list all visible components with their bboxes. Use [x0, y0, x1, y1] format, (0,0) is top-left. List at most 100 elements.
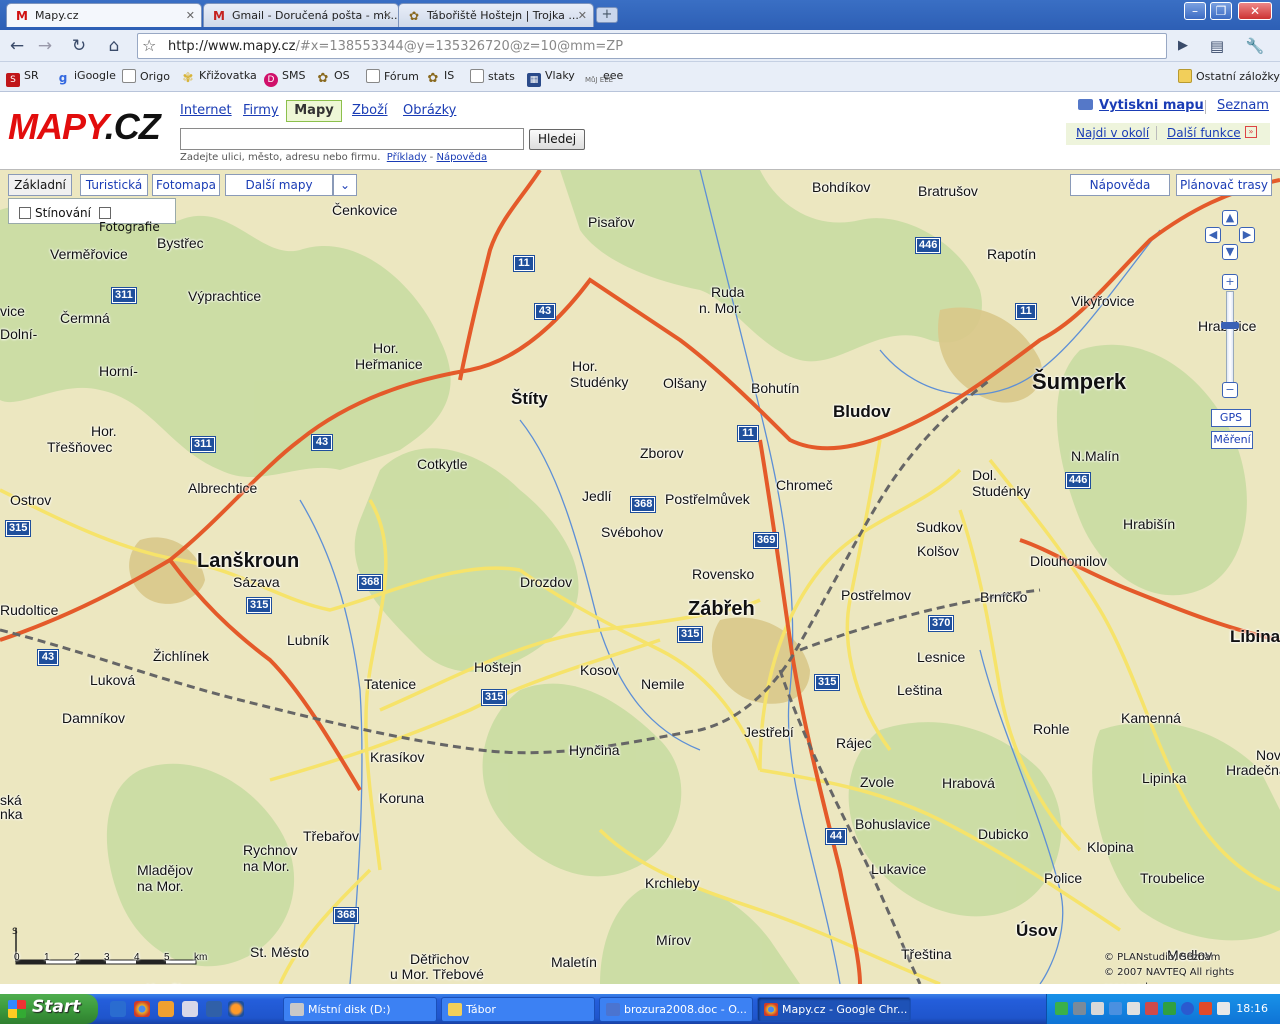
bookmark-origo[interactable]: Origo — [122, 69, 170, 83]
place-label: Šumperk — [1032, 369, 1127, 394]
route-planner-button[interactable]: Plánovač trasy — [1176, 174, 1272, 196]
map-type-more[interactable]: Další mapy — [225, 174, 333, 196]
eee-icon: MůJ EEE — [585, 76, 614, 84]
measure-button[interactable]: Měření — [1211, 431, 1253, 449]
close-tab-icon[interactable]: ✕ — [578, 9, 587, 22]
examples-link[interactable]: Příklady — [387, 152, 427, 163]
firefox-icon[interactable] — [228, 1001, 244, 1017]
place-label: na Mor. — [137, 878, 184, 894]
tray-icon[interactable] — [1091, 1002, 1104, 1015]
bookmark-stats[interactable]: stats — [470, 69, 515, 83]
tray-icon[interactable] — [1163, 1002, 1176, 1015]
bookmark-sms[interactable]: D SMS — [264, 69, 305, 87]
app-icon[interactable] — [206, 1001, 222, 1017]
bookmark-eee[interactable]: MůJ EEEeee — [585, 69, 623, 91]
tray-icon[interactable] — [1199, 1002, 1212, 1015]
wrench-icon[interactable]: 🔧 — [1242, 34, 1268, 58]
task-chrome[interactable]: Mapy.cz - Google Chr... — [757, 997, 911, 1022]
tab-gmail[interactable]: M Gmail - Doručená pošta - mi... ✕ — [203, 3, 399, 27]
bookmark-krizovatka[interactable]: ✾ Křižovatka — [181, 69, 257, 86]
place-label: Třešňovec — [47, 439, 113, 455]
map-type-tourist[interactable]: Turistická — [80, 174, 148, 196]
zoom-in-icon[interactable]: + — [1222, 274, 1238, 290]
search-input[interactable] — [180, 128, 524, 150]
search-button[interactable]: Hledej — [529, 129, 585, 150]
layer-photos-checkbox[interactable]: Fotografie — [99, 206, 175, 234]
chrome-quicklaunch-icon[interactable] — [134, 1001, 150, 1017]
page-menu-icon[interactable]: ▤ — [1204, 34, 1230, 58]
close-tab-icon[interactable]: ✕ — [186, 9, 195, 22]
tray-icon[interactable] — [1073, 1002, 1086, 1015]
address-bar[interactable]: ☆ http://www.mapy.cz/#x=138553344@y=1353… — [137, 33, 1167, 59]
place-label: Cotkytle — [417, 456, 468, 472]
minimize-icon[interactable]: – — [1184, 2, 1206, 20]
task-brozura[interactable]: brozura2008.doc - O... — [599, 997, 753, 1022]
help-button[interactable]: Nápověda — [1070, 174, 1170, 196]
bookmark-star-icon[interactable]: ☆ — [142, 36, 156, 55]
other-bookmarks[interactable]: Ostatní záložky — [1178, 69, 1280, 83]
map-type-photo[interactable]: Fotomapa — [152, 174, 220, 196]
bookmark-is[interactable]: ✿ IS — [426, 69, 455, 86]
place-label: Rájec — [836, 735, 872, 751]
map-canvas[interactable]: Bohdíkov Bratrušov Čenkovice Pisařov Bystřec… — [0, 170, 1280, 984]
tray-icon[interactable] — [1145, 1002, 1158, 1015]
volume-icon[interactable] — [1127, 1002, 1140, 1015]
close-icon[interactable]: ✕ — [1238, 2, 1272, 20]
pan-down-icon[interactable]: ▼ — [1222, 244, 1238, 260]
tray-icon[interactable] — [1055, 1002, 1068, 1015]
forward-icon[interactable]: → — [32, 34, 58, 58]
scale-tick-label: 3 — [104, 952, 110, 963]
pan-right-icon[interactable]: ▶ — [1239, 227, 1255, 243]
nav-firmy[interactable]: Firmy — [243, 103, 279, 118]
tab-taboriste[interactable]: ✿ Tábořiště Hoštejn | Trojka ... ✕ — [398, 3, 594, 27]
road-number-shield: 370 — [927, 615, 955, 632]
layer-shading-checkbox[interactable]: Stínování — [19, 206, 91, 220]
place-label: Lesnice — [917, 649, 966, 665]
tray-icon[interactable] — [1109, 1002, 1122, 1015]
app-icon[interactable] — [182, 1001, 198, 1017]
nav-internet[interactable]: Internet — [180, 103, 232, 118]
bookmark-sr[interactable]: S SR — [6, 69, 39, 87]
seznam-link[interactable]: Seznam — [1217, 98, 1269, 113]
place-label: Zvole — [860, 774, 895, 790]
start-button[interactable]: Start — [0, 994, 98, 1024]
map-type-basic[interactable]: Základní — [8, 174, 72, 196]
nav-zbozi[interactable]: Zboží — [352, 103, 388, 118]
task-tabor[interactable]: Tábor — [441, 997, 595, 1022]
back-icon[interactable]: ← — [4, 34, 30, 58]
reload-icon[interactable]: ↻ — [66, 34, 92, 58]
new-tab-button[interactable]: + — [596, 7, 618, 23]
go-icon[interactable]: ▶ — [1170, 34, 1196, 58]
place-label: Čenkovice — [332, 202, 398, 218]
zoom-slider[interactable] — [1226, 291, 1234, 383]
pan-up-icon[interactable]: ▲ — [1222, 210, 1238, 226]
restore-icon[interactable]: ❐ — [1210, 2, 1232, 20]
bookmark-forum[interactable]: Fórum — [366, 69, 419, 83]
chevron-down-icon[interactable]: ⌄ — [333, 174, 357, 196]
zoom-out-icon[interactable]: − — [1222, 382, 1238, 398]
nav-obrazky[interactable]: Obrázky — [403, 103, 456, 118]
zoom-slider-thumb[interactable] — [1221, 322, 1239, 329]
bookmark-vlaky[interactable]: ▦ Vlaky — [527, 69, 575, 87]
network-icon[interactable] — [1217, 1002, 1230, 1015]
bookmark-label: Fórum — [384, 70, 419, 83]
expand-icon[interactable]: » — [1245, 126, 1257, 138]
home-icon[interactable]: ⌂ — [101, 34, 127, 58]
bookmark-igoogle[interactable]: g iGoogle — [56, 69, 116, 85]
help-link[interactable]: Nápověda — [436, 152, 487, 163]
nearby-link[interactable]: Najdi v okolí — [1076, 126, 1149, 140]
nav-mapy[interactable]: Mapy — [286, 100, 342, 122]
bluetooth-icon[interactable] — [1181, 1002, 1194, 1015]
mapy-logo[interactable]: MAPY.CZ — [8, 106, 161, 148]
pan-left-icon[interactable]: ◀ — [1205, 227, 1221, 243]
print-map-link[interactable]: Vytiskni mapu — [1078, 98, 1204, 113]
tab-mapy[interactable]: M Mapy.cz ✕ — [6, 3, 202, 27]
gps-button[interactable]: GPS — [1211, 409, 1251, 427]
close-tab-icon[interactable]: ✕ — [383, 9, 392, 22]
desktop-icon[interactable] — [110, 1001, 126, 1017]
task-local-disk[interactable]: Místní disk (D:) — [283, 997, 437, 1022]
bookmark-os[interactable]: ✿ OS — [316, 69, 350, 86]
page-icon — [470, 69, 484, 83]
more-functions-link[interactable]: Další funkce — [1167, 126, 1241, 140]
messenger-icon[interactable] — [158, 1001, 174, 1017]
